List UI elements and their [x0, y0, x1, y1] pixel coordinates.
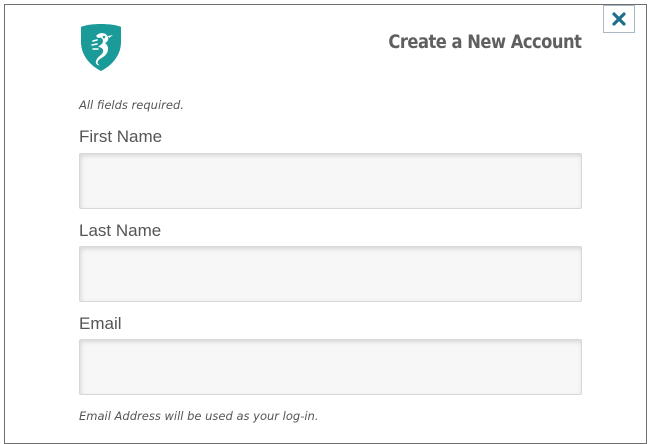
email-label: Email	[79, 314, 122, 333]
email-input[interactable]	[79, 339, 582, 395]
dialog-title: Create a New Account	[387, 31, 582, 53]
required-fields-note: All fields required.	[79, 98, 184, 112]
last-name-label: Last Name	[79, 221, 162, 240]
first-name-input[interactable]	[79, 153, 582, 209]
first-name-label: First Name	[79, 127, 163, 146]
close-icon	[612, 12, 626, 26]
email-login-note: Email Address will be used as your log-i…	[79, 409, 319, 423]
last-name-input[interactable]	[79, 246, 582, 302]
seahorse-shield-logo-icon	[81, 24, 121, 71]
close-button[interactable]	[603, 5, 635, 33]
